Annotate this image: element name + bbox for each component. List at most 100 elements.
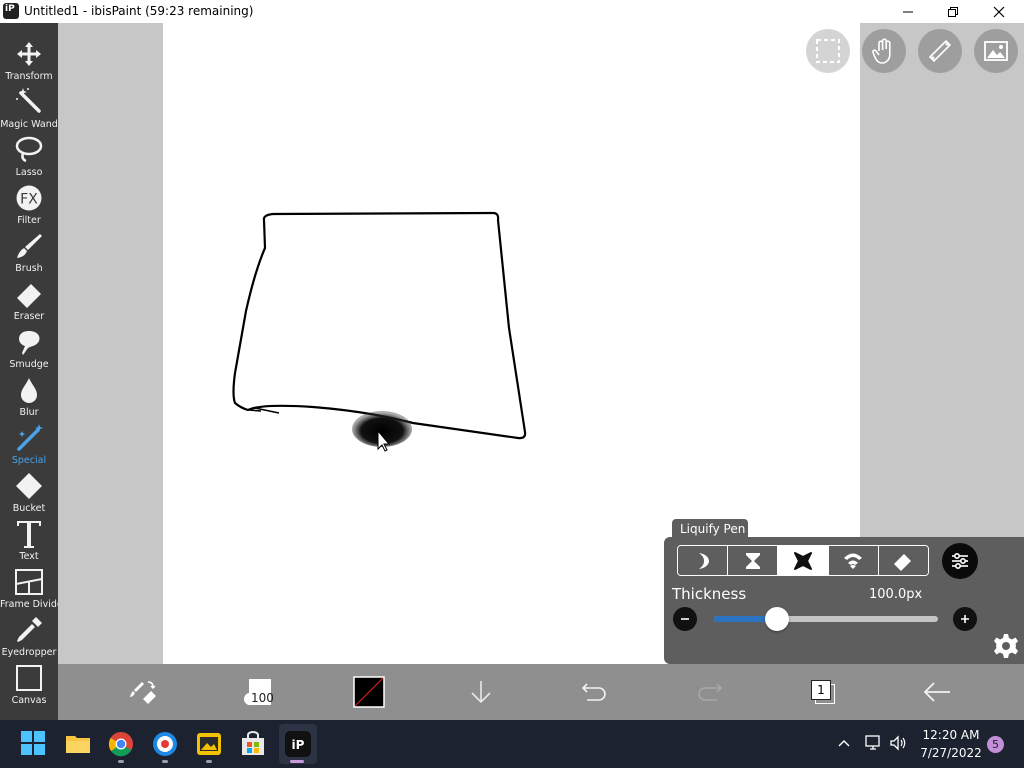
liquify-panel-tab: Liquify Pen xyxy=(672,519,748,539)
tool-filter[interactable]: FX Filter xyxy=(0,181,58,229)
liquify-mode-restore[interactable] xyxy=(878,546,928,575)
hand-button[interactable] xyxy=(862,29,906,73)
redo-button[interactable] xyxy=(692,674,726,710)
thickness-increase-button[interactable] xyxy=(953,607,977,631)
tool-label: Text xyxy=(19,551,39,562)
window-title: Untitled1 - ibisPaint (59:23 remaining) xyxy=(24,4,254,18)
browser-button[interactable] xyxy=(151,730,179,758)
layers-icon: 1 xyxy=(809,678,837,706)
tool-canvas[interactable]: Canvas xyxy=(0,661,58,709)
special-pen-icon xyxy=(17,424,43,451)
tool-label: Transform xyxy=(5,71,53,82)
layers-button[interactable]: 1 xyxy=(806,674,840,710)
tool-label: Lasso xyxy=(15,167,43,178)
image-material-icon xyxy=(984,41,1008,61)
restore-icon xyxy=(948,6,958,17)
layers-count: 1 xyxy=(811,680,831,700)
brush-size-preview: 100 xyxy=(241,677,277,707)
clock-date[interactable]: 7/27/2022 xyxy=(905,746,997,760)
blur-drop-icon xyxy=(21,378,37,403)
tool-special[interactable]: Special xyxy=(0,421,58,469)
network-status[interactable] xyxy=(864,734,882,757)
liquify-mode-expand[interactable] xyxy=(778,546,829,575)
chrome-button[interactable] xyxy=(107,730,135,758)
selection-button[interactable] xyxy=(806,29,850,73)
ruler-icon xyxy=(928,39,952,63)
color-swatch-icon xyxy=(353,676,385,708)
back-icon xyxy=(923,682,950,702)
title-bar: Untitled1 - ibisPaint (59:23 remaining) xyxy=(0,0,1024,23)
photo-app-icon xyxy=(197,733,221,755)
liquify-mode-pinch[interactable] xyxy=(728,546,779,575)
tool-eyedropper[interactable]: Eyedropper xyxy=(0,613,58,661)
tool-smudge[interactable]: Smudge xyxy=(0,325,58,373)
notification-badge[interactable]: 5 xyxy=(987,736,1004,753)
back-button[interactable] xyxy=(920,674,954,710)
tool-text[interactable]: Text xyxy=(0,517,58,565)
liquify-panel: Thickness 100.0px xyxy=(664,537,1024,664)
tool-lasso[interactable]: Lasso xyxy=(0,133,58,181)
thickness-slider-handle[interactable] xyxy=(764,607,789,631)
adjust-sliders-icon xyxy=(952,552,968,570)
tool-label: Magic Wand xyxy=(0,119,58,130)
tool-transform[interactable]: Transform xyxy=(0,37,58,85)
tool-bucket[interactable]: Bucket xyxy=(0,469,58,517)
bottom-toolbar: 100 1 xyxy=(58,664,1024,720)
smudge-icon xyxy=(19,331,40,355)
restore-eraser-icon xyxy=(894,553,912,571)
liquify-mode-push[interactable] xyxy=(678,546,729,575)
minimize-icon xyxy=(903,11,913,12)
thickness-decrease-button[interactable] xyxy=(673,607,697,631)
tool-label: Eraser xyxy=(13,311,45,322)
liquify-panel-title: Liquify Pen xyxy=(680,522,746,536)
tool-sidebar: Transform Magic Wand Lasso FX Filter Bru… xyxy=(0,23,67,720)
tool-label: Eyedropper xyxy=(1,647,57,658)
tool-magic-wand[interactable]: Magic Wand xyxy=(0,85,58,133)
minus-icon xyxy=(681,618,689,620)
liquify-settings-button[interactable] xyxy=(942,543,978,579)
brush-eraser-swap-button[interactable] xyxy=(126,674,160,710)
show-hidden-icons-button[interactable] xyxy=(837,736,851,755)
tool-label: Bucket xyxy=(12,503,46,514)
ruler-button[interactable] xyxy=(918,29,962,73)
windows-start-icon xyxy=(21,731,45,755)
color-button[interactable] xyxy=(352,674,386,710)
transform-arrows-icon xyxy=(17,42,41,66)
pinch-mode-icon xyxy=(745,552,760,569)
close-icon xyxy=(993,6,1005,17)
clock-time[interactable]: 12:20 AM xyxy=(905,728,997,742)
tool-frame-divider[interactable]: Frame Divider xyxy=(0,565,67,613)
minimize-button[interactable] xyxy=(885,0,931,23)
undo-icon xyxy=(581,683,606,701)
tool-label: Blur xyxy=(19,407,39,418)
magic-wand-icon xyxy=(16,88,41,113)
brush-size-button[interactable]: 100 xyxy=(236,674,282,710)
liquify-options-button[interactable] xyxy=(992,632,1020,660)
ibispaint-app-icon xyxy=(3,3,19,19)
thickness-label: Thickness xyxy=(672,585,747,603)
restore-button[interactable] xyxy=(930,0,976,23)
store-button[interactable] xyxy=(239,730,267,758)
tool-brush[interactable]: Brush xyxy=(0,229,58,277)
network-icon xyxy=(865,735,880,750)
photo-app-button[interactable] xyxy=(195,730,223,758)
brush-eraser-swap-icon xyxy=(130,681,156,704)
liquify-mode-selector xyxy=(677,545,929,576)
start-button[interactable] xyxy=(20,730,48,758)
close-button[interactable] xyxy=(976,0,1022,23)
ibispaint-taskbar-button[interactable]: iP xyxy=(279,724,317,764)
twirl-mode-icon xyxy=(844,553,863,569)
download-button[interactable] xyxy=(464,674,498,710)
tool-label: Brush xyxy=(15,263,43,274)
material-button[interactable] xyxy=(974,29,1018,73)
liquify-mode-twirl[interactable] xyxy=(828,546,879,575)
thickness-slider[interactable] xyxy=(714,616,938,622)
tool-label: Filter xyxy=(17,215,41,226)
gear-icon xyxy=(994,634,1018,658)
undo-button[interactable] xyxy=(578,674,612,710)
tool-blur[interactable]: Blur xyxy=(0,373,58,421)
tool-eraser[interactable]: Eraser xyxy=(0,277,58,325)
file-explorer-button[interactable] xyxy=(64,730,92,758)
brush-size-value: 100 xyxy=(251,691,274,705)
tool-label: Frame Divider xyxy=(0,599,67,610)
